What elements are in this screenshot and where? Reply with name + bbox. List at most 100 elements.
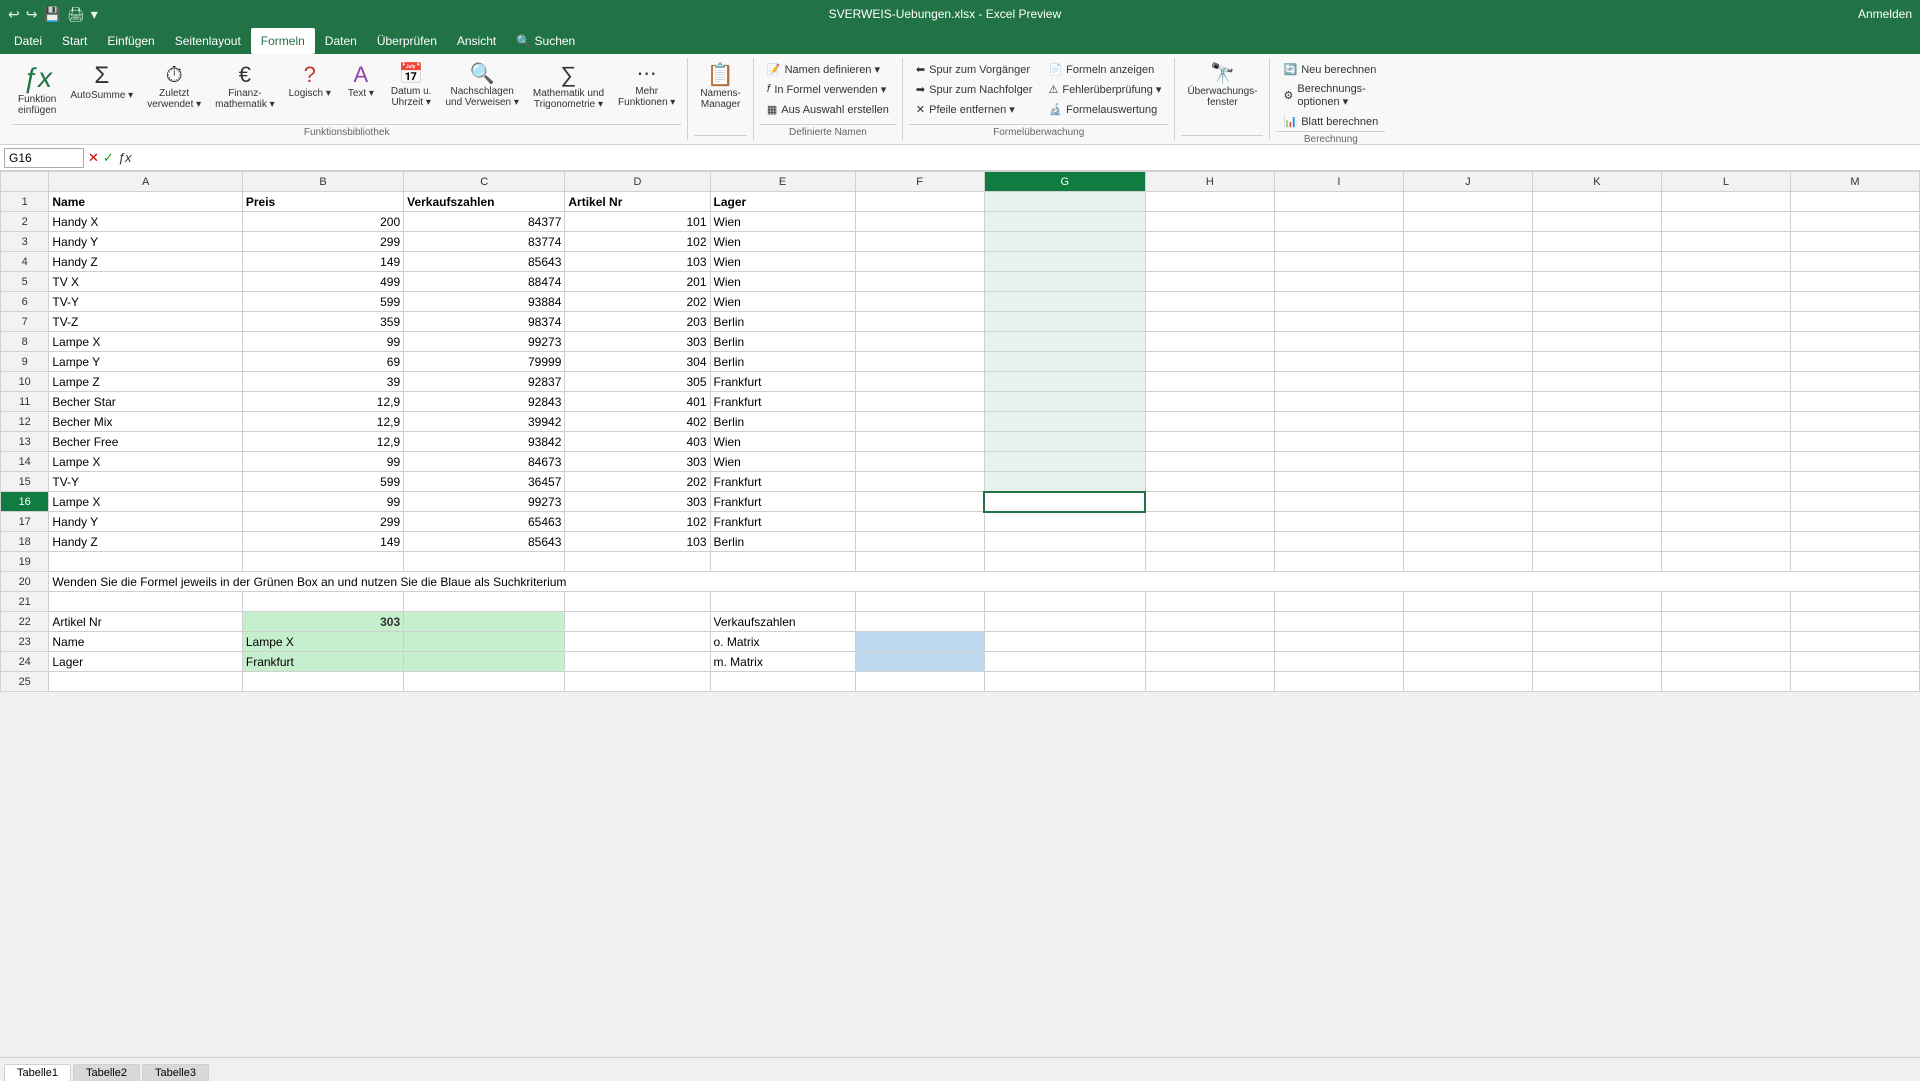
cell-L4[interactable] <box>1661 252 1790 272</box>
cell-F7[interactable] <box>855 312 984 332</box>
cell-M21[interactable] <box>1790 592 1919 612</box>
row-header-20[interactable]: 20 <box>1 572 49 592</box>
col-header-M[interactable]: M <box>1790 172 1919 192</box>
cell-G14[interactable] <box>984 452 1145 472</box>
cell-F9[interactable] <box>855 352 984 372</box>
cell-F19[interactable] <box>855 552 984 572</box>
cell-B25[interactable] <box>242 672 403 692</box>
cell-G6[interactable] <box>984 292 1145 312</box>
cell-G9[interactable] <box>984 352 1145 372</box>
col-header-K[interactable]: K <box>1532 172 1661 192</box>
cell-B6[interactable]: 599 <box>242 292 403 312</box>
row-header-21[interactable]: 21 <box>1 592 49 612</box>
menu-ueberpruefen[interactable]: Überprüfen <box>367 28 447 54</box>
formeln-anzeigen-button[interactable]: 📄 Formeln anzeigen <box>1041 60 1168 79</box>
cell-F23[interactable] <box>855 632 984 652</box>
cell-D18[interactable]: 103 <box>565 532 710 552</box>
cell-A7[interactable]: TV-Z <box>49 312 243 332</box>
cell-M13[interactable] <box>1790 432 1919 452</box>
row-header-14[interactable]: 14 <box>1 452 49 472</box>
sheet-tab-tabelle1[interactable]: Tabelle1 <box>4 1064 71 1081</box>
cell-E23[interactable]: o. Matrix <box>710 632 855 652</box>
cell-I4[interactable] <box>1274 252 1403 272</box>
cell-F22[interactable] <box>855 612 984 632</box>
cell-C9[interactable]: 79999 <box>404 352 565 372</box>
cell-C5[interactable]: 88474 <box>404 272 565 292</box>
cell-L8[interactable] <box>1661 332 1790 352</box>
cell-B11[interactable]: 12,9 <box>242 392 403 412</box>
cell-C7[interactable]: 98374 <box>404 312 565 332</box>
cell-I23[interactable] <box>1274 632 1403 652</box>
cell-M15[interactable] <box>1790 472 1919 492</box>
cell-E25[interactable] <box>710 672 855 692</box>
cell-D24[interactable] <box>565 652 710 672</box>
cell-C4[interactable]: 85643 <box>404 252 565 272</box>
cell-L17[interactable] <box>1661 512 1790 532</box>
cell-F2[interactable] <box>855 212 984 232</box>
cell-E24[interactable]: m. Matrix <box>710 652 855 672</box>
cell-A8[interactable]: Lampe X <box>49 332 243 352</box>
col-header-E[interactable]: E <box>710 172 855 192</box>
cell-J1[interactable] <box>1403 192 1532 212</box>
cell-C13[interactable]: 93842 <box>404 432 565 452</box>
mehr-funktionen-button[interactable]: ⋯ MehrFunktionen ▾ <box>612 60 681 112</box>
cell-D7[interactable]: 203 <box>565 312 710 332</box>
cell-E8[interactable]: Berlin <box>710 332 855 352</box>
cell-D4[interactable]: 103 <box>565 252 710 272</box>
cell-L18[interactable] <box>1661 532 1790 552</box>
cell-A10[interactable]: Lampe Z <box>49 372 243 392</box>
row-header-9[interactable]: 9 <box>1 352 49 372</box>
cell-C6[interactable]: 93884 <box>404 292 565 312</box>
cell-M10[interactable] <box>1790 372 1919 392</box>
cell-C19[interactable] <box>404 552 565 572</box>
cell-J2[interactable] <box>1403 212 1532 232</box>
cell-D5[interactable]: 201 <box>565 272 710 292</box>
cell-M23[interactable] <box>1790 632 1919 652</box>
finanzmathematik-button[interactable]: € Finanz-mathematik ▾ <box>209 60 280 114</box>
cell-I15[interactable] <box>1274 472 1403 492</box>
row-header-12[interactable]: 12 <box>1 412 49 432</box>
cell-J24[interactable] <box>1403 652 1532 672</box>
cell-I24[interactable] <box>1274 652 1403 672</box>
cell-J19[interactable] <box>1403 552 1532 572</box>
cell-G5[interactable] <box>984 272 1145 292</box>
cell-H13[interactable] <box>1145 432 1274 452</box>
cell-M9[interactable] <box>1790 352 1919 372</box>
cell-L25[interactable] <box>1661 672 1790 692</box>
row-header-1[interactable]: 1 <box>1 192 49 212</box>
cell-J15[interactable] <box>1403 472 1532 492</box>
cell-K23[interactable] <box>1532 632 1661 652</box>
row-header-4[interactable]: 4 <box>1 252 49 272</box>
cell-K24[interactable] <box>1532 652 1661 672</box>
cell-E2[interactable]: Wien <box>710 212 855 232</box>
cell-K12[interactable] <box>1532 412 1661 432</box>
sheet-tab-tabelle3[interactable]: Tabelle3 <box>142 1064 209 1081</box>
col-header-F[interactable]: F <box>855 172 984 192</box>
cell-C12[interactable]: 39942 <box>404 412 565 432</box>
cell-G24[interactable] <box>984 652 1145 672</box>
cell-A1[interactable]: Name <box>49 192 243 212</box>
cell-G25[interactable] <box>984 672 1145 692</box>
cell-G17[interactable] <box>984 512 1145 532</box>
cell-E21[interactable] <box>710 592 855 612</box>
col-header-D[interactable]: D <box>565 172 710 192</box>
cell-K25[interactable] <box>1532 672 1661 692</box>
cell-C8[interactable]: 99273 <box>404 332 565 352</box>
menu-datei[interactable]: Datei <box>4 28 52 54</box>
cell-M8[interactable] <box>1790 332 1919 352</box>
cell-E22[interactable]: Verkaufszahlen <box>710 612 855 632</box>
cell-M14[interactable] <box>1790 452 1919 472</box>
cell-J18[interactable] <box>1403 532 1532 552</box>
cell-C25[interactable] <box>404 672 565 692</box>
cell-E4[interactable]: Wien <box>710 252 855 272</box>
cell-D22[interactable] <box>565 612 710 632</box>
col-header-I[interactable]: I <box>1274 172 1403 192</box>
cell-C21[interactable] <box>404 592 565 612</box>
cell-D17[interactable]: 102 <box>565 512 710 532</box>
cell-D14[interactable]: 303 <box>565 452 710 472</box>
cell-D21[interactable] <box>565 592 710 612</box>
save-icon[interactable]: 💾 <box>43 6 60 23</box>
cell-J16[interactable] <box>1403 492 1532 512</box>
cell-E7[interactable]: Berlin <box>710 312 855 332</box>
cell-E19[interactable] <box>710 552 855 572</box>
